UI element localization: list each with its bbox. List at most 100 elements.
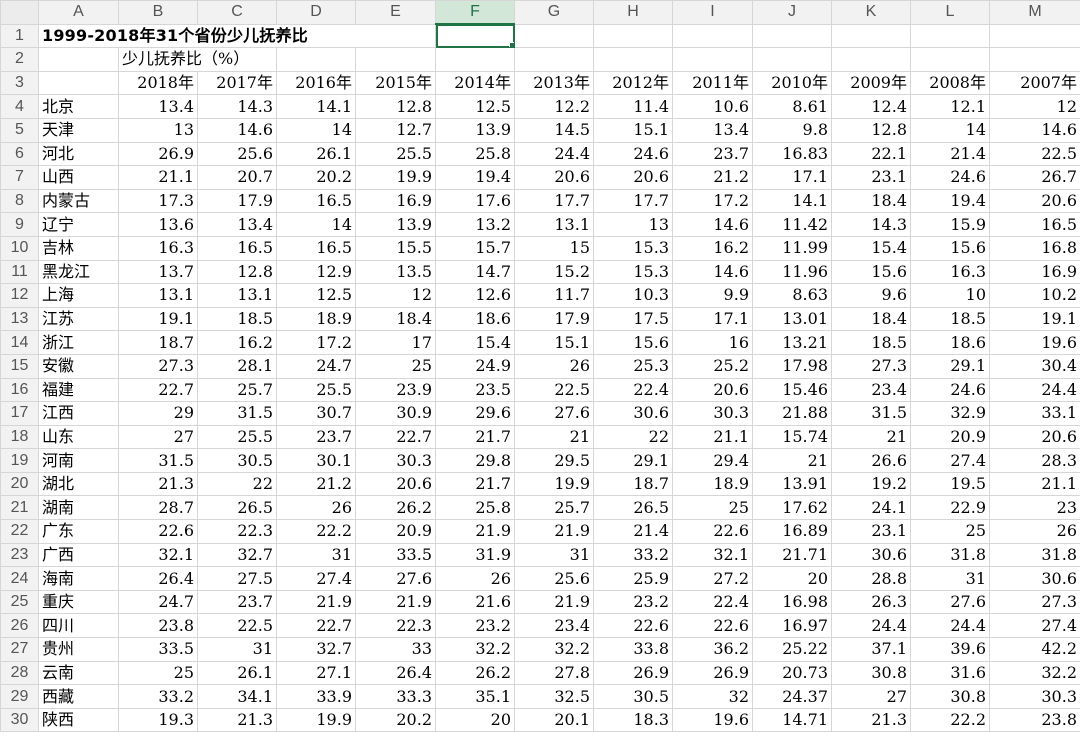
value-cell[interactable]: 21.3	[831, 707, 911, 733]
value-cell[interactable]: 17.3	[118, 188, 198, 214]
province-cell[interactable]: 内蒙古	[38, 188, 119, 214]
value-cell[interactable]: 17.1	[672, 306, 753, 332]
value-cell[interactable]: 30.6	[593, 401, 673, 426]
value-cell[interactable]: 24.6	[910, 165, 990, 190]
value-cell[interactable]: 34.1	[197, 684, 277, 709]
year-header-cell[interactable]: 2011年	[672, 70, 753, 96]
row-header[interactable]: 2	[0, 47, 39, 72]
province-cell[interactable]: 安徽	[38, 353, 119, 379]
value-cell[interactable]: 10.2	[989, 283, 1080, 308]
value-cell[interactable]: 25.6	[197, 141, 277, 167]
row-header[interactable]: 18	[0, 424, 39, 450]
value-cell[interactable]: 25	[672, 495, 753, 521]
value-cell[interactable]: 16.97	[752, 613, 832, 639]
value-cell[interactable]: 16.5	[989, 212, 1080, 237]
value-cell[interactable]: 16.9	[355, 188, 436, 214]
cell[interactable]	[435, 47, 515, 72]
value-cell[interactable]: 22.6	[593, 613, 673, 639]
row-header[interactable]: 22	[0, 519, 39, 544]
year-header-cell[interactable]: 2013年	[514, 70, 594, 96]
value-cell[interactable]: 17.6	[435, 188, 515, 214]
value-cell[interactable]: 15.5	[355, 235, 436, 261]
value-cell[interactable]: 17.1	[752, 165, 832, 190]
value-cell[interactable]: 24.6	[910, 377, 990, 403]
value-cell[interactable]: 30.8	[831, 660, 911, 686]
value-cell[interactable]: 31	[276, 542, 356, 568]
value-cell[interactable]: 27.1	[276, 660, 356, 686]
value-cell[interactable]: 29.6	[435, 401, 515, 426]
value-cell[interactable]: 19.2	[831, 471, 911, 497]
value-cell[interactable]: 18.6	[910, 330, 990, 355]
value-cell[interactable]: 18.9	[276, 306, 356, 332]
value-cell[interactable]: 14.3	[831, 212, 911, 237]
value-cell[interactable]: 26	[989, 519, 1080, 544]
value-cell[interactable]: 14.1	[752, 188, 832, 214]
value-cell[interactable]: 22.2	[276, 519, 356, 544]
province-cell[interactable]: 山西	[38, 165, 119, 190]
row-header[interactable]: 7	[0, 165, 39, 190]
value-cell[interactable]: 20.6	[672, 377, 753, 403]
value-cell[interactable]: 22.9	[910, 495, 990, 521]
cell[interactable]	[355, 47, 436, 72]
sheet-title-cell[interactable]: 1999-2018年31个省份少儿抚养比	[38, 23, 436, 49]
value-cell[interactable]: 16.3	[118, 235, 198, 261]
value-cell[interactable]: 26	[276, 495, 356, 521]
value-cell[interactable]: 19.5	[910, 471, 990, 497]
column-header-K[interactable]: K	[831, 0, 911, 25]
year-header-cell[interactable]: 2009年	[831, 70, 911, 96]
value-cell[interactable]: 31	[910, 566, 990, 591]
value-cell[interactable]: 15.46	[752, 377, 832, 403]
value-cell[interactable]: 16.5	[276, 188, 356, 214]
province-cell[interactable]: 重庆	[38, 589, 119, 615]
value-cell[interactable]: 15.1	[593, 117, 673, 143]
value-cell[interactable]: 21.71	[752, 542, 832, 568]
value-cell[interactable]: 13.1	[514, 212, 594, 237]
value-cell[interactable]: 27.6	[910, 589, 990, 615]
value-cell[interactable]: 25.2	[672, 353, 753, 379]
value-cell[interactable]: 12	[355, 283, 436, 308]
value-cell[interactable]: 10.3	[593, 283, 673, 308]
province-cell[interactable]: 吉林	[38, 235, 119, 261]
value-cell[interactable]: 14.6	[672, 212, 753, 237]
value-cell[interactable]: 21.4	[910, 141, 990, 167]
value-cell[interactable]: 22.6	[672, 613, 753, 639]
value-cell[interactable]: 15.6	[831, 259, 911, 285]
value-cell[interactable]: 29.8	[435, 448, 515, 473]
value-cell[interactable]: 23.7	[197, 589, 277, 615]
value-cell[interactable]: 20.6	[355, 471, 436, 497]
value-cell[interactable]: 24.1	[831, 495, 911, 521]
value-cell[interactable]: 21.6	[435, 589, 515, 615]
value-cell[interactable]: 27.4	[276, 566, 356, 591]
value-cell[interactable]: 29.5	[514, 448, 594, 473]
province-cell[interactable]: 广西	[38, 542, 119, 568]
value-cell[interactable]: 32.5	[514, 684, 594, 709]
value-cell[interactable]: 18.5	[831, 330, 911, 355]
cell[interactable]	[514, 23, 594, 49]
value-cell[interactable]: 9.9	[672, 283, 753, 308]
value-cell[interactable]: 13.4	[118, 94, 198, 119]
value-cell[interactable]: 20.1	[514, 707, 594, 733]
value-cell[interactable]: 13.01	[752, 306, 832, 332]
value-cell[interactable]: 25.7	[514, 495, 594, 521]
value-cell[interactable]: 25	[910, 519, 990, 544]
column-header-G[interactable]: G	[514, 0, 594, 25]
value-cell[interactable]: 22.5	[514, 377, 594, 403]
value-cell[interactable]: 19.6	[672, 707, 753, 733]
value-cell[interactable]: 21	[752, 448, 832, 473]
value-cell[interactable]: 14.7	[435, 259, 515, 285]
value-cell[interactable]: 18.5	[197, 306, 277, 332]
value-cell[interactable]: 22.4	[593, 377, 673, 403]
value-cell[interactable]: 15.1	[514, 330, 594, 355]
cell[interactable]	[38, 47, 119, 72]
value-cell[interactable]: 12.7	[355, 117, 436, 143]
cell[interactable]	[276, 47, 356, 72]
value-cell[interactable]: 15.3	[593, 235, 673, 261]
value-cell[interactable]: 26.5	[593, 495, 673, 521]
value-cell[interactable]: 31.5	[831, 401, 911, 426]
value-cell[interactable]: 11.99	[752, 235, 832, 261]
value-cell[interactable]: 13.21	[752, 330, 832, 355]
value-cell[interactable]: 21.2	[276, 471, 356, 497]
value-cell[interactable]: 30.6	[989, 566, 1080, 591]
value-cell[interactable]: 13.1	[118, 283, 198, 308]
value-cell[interactable]: 18.5	[910, 306, 990, 332]
